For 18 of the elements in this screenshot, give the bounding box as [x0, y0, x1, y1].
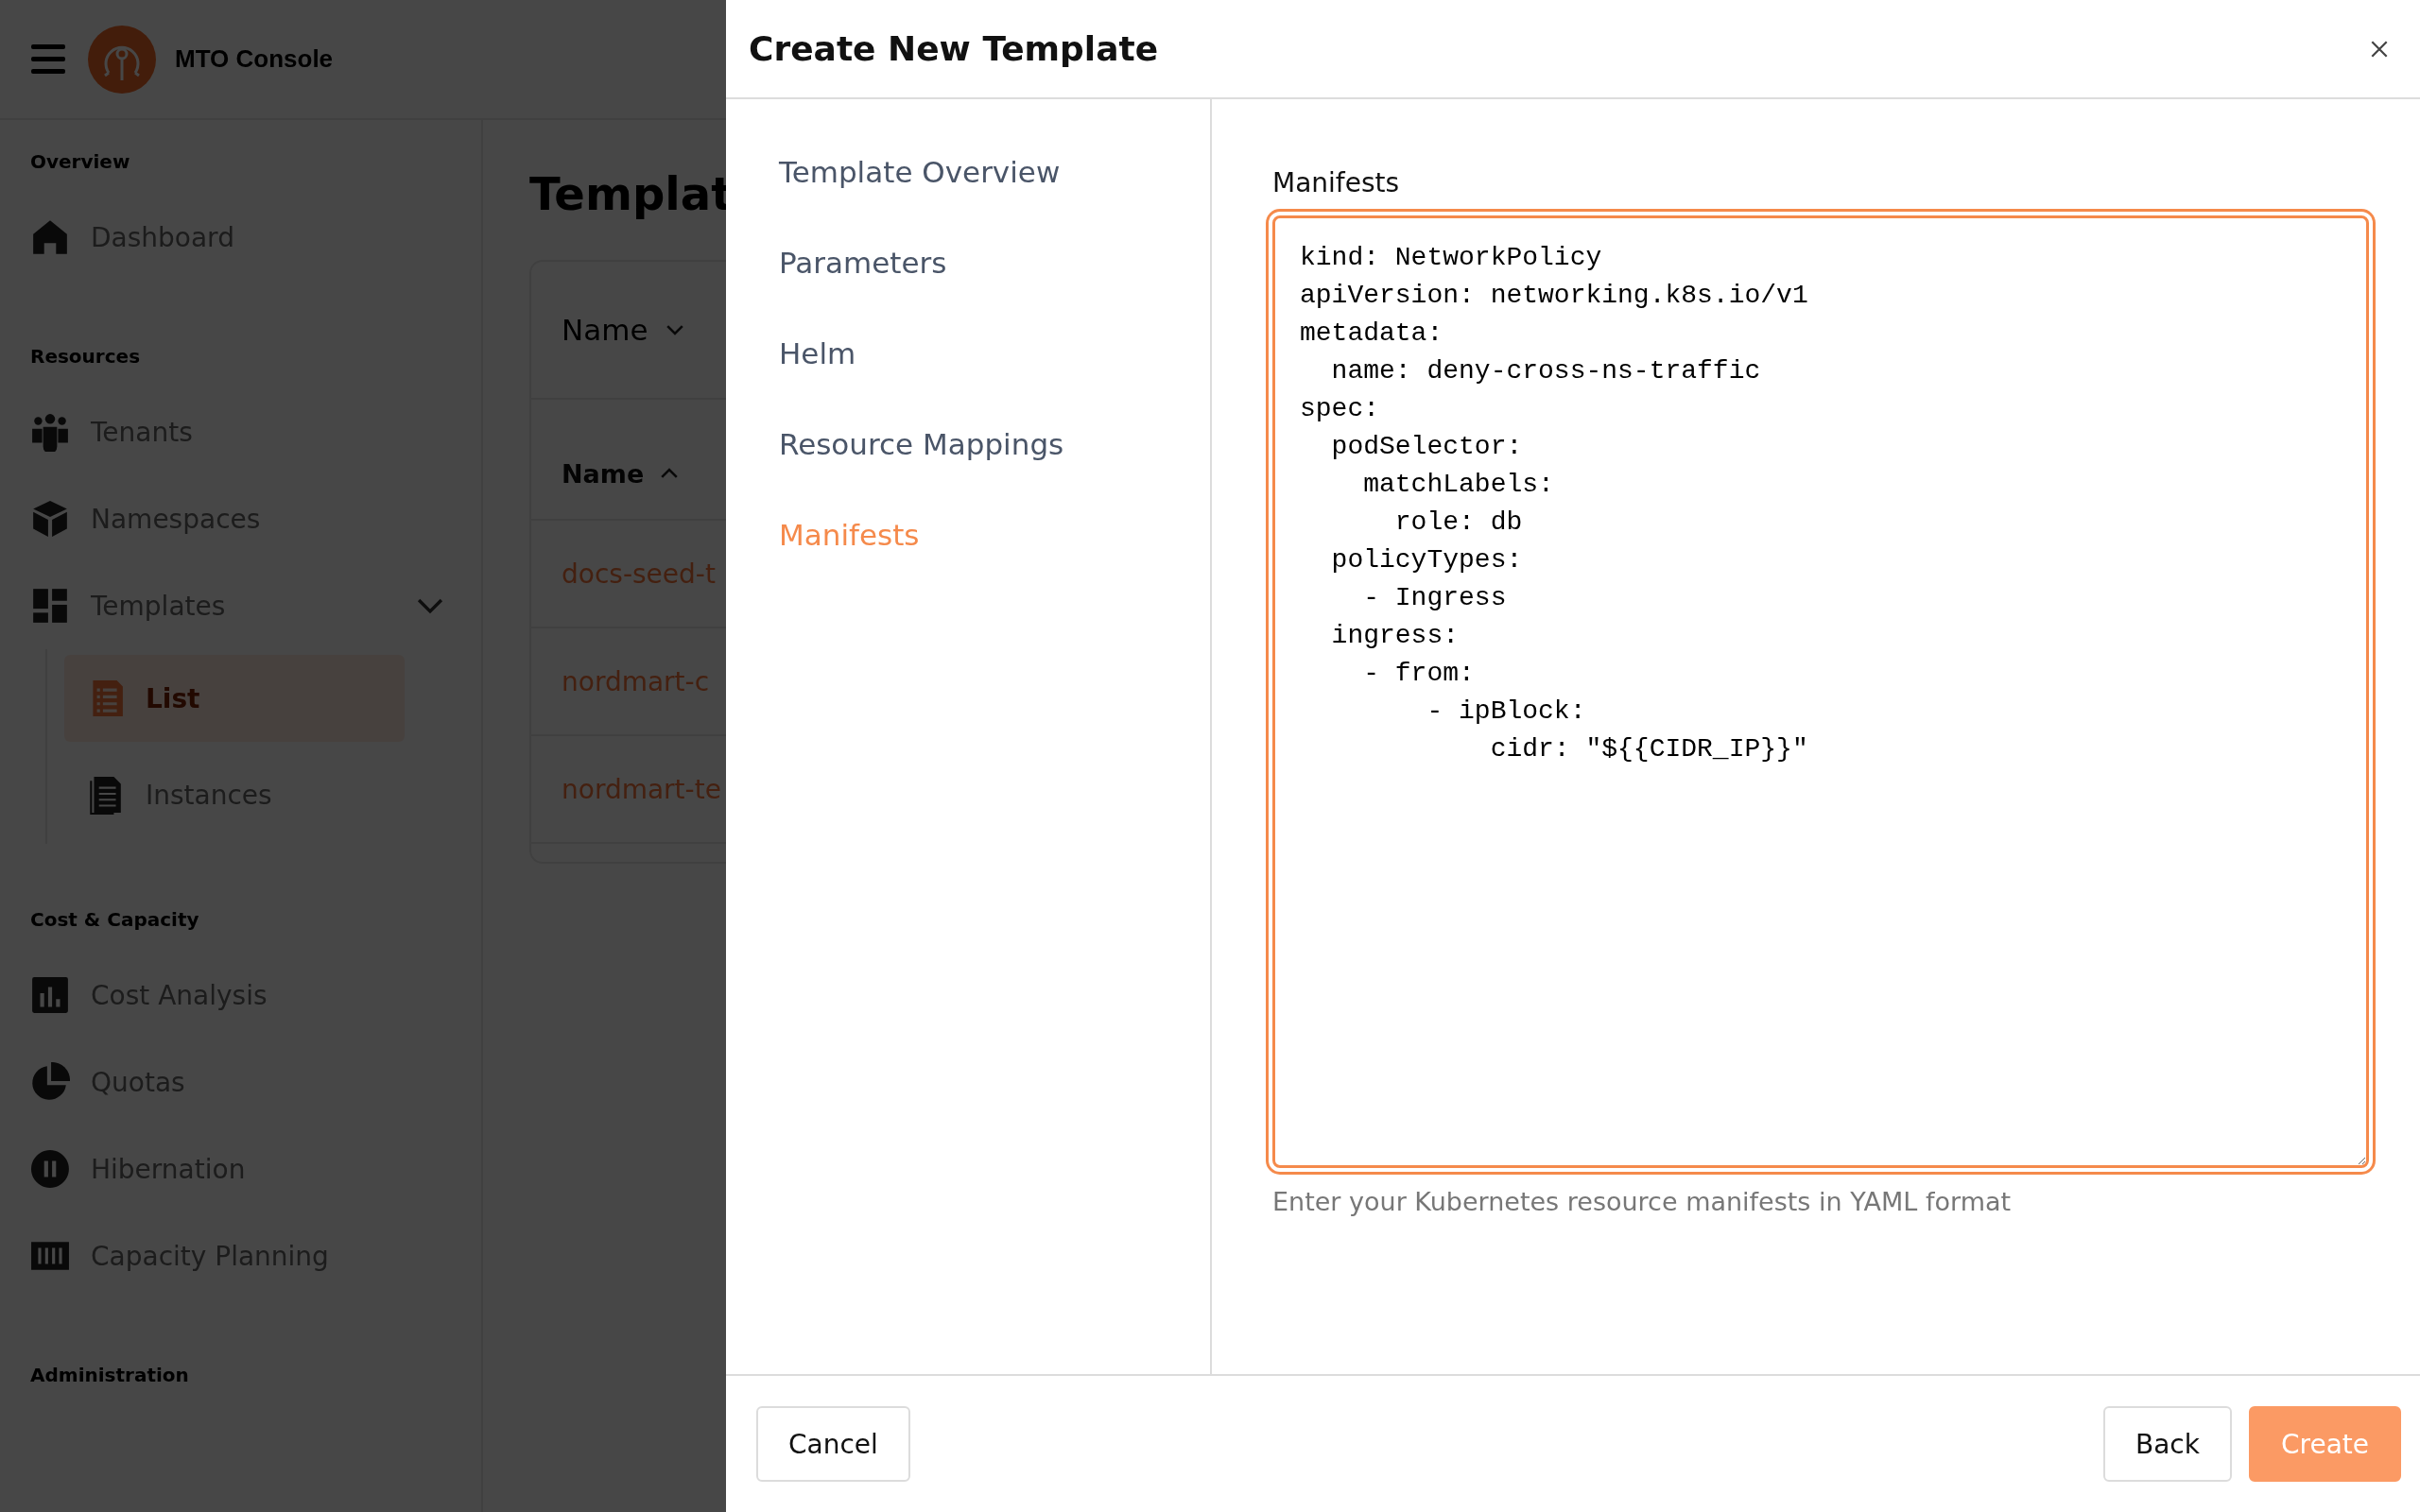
section-label: Resources [30, 344, 142, 369]
step-tab[interactable]: Helm [779, 326, 1210, 417]
page-title: Templat [529, 167, 734, 220]
helper-text: Enter your Kubernetes resource manifests in YAML format [1272, 1187, 2013, 1216]
step-tab[interactable]: Resource Mappings [779, 417, 1210, 507]
footer-button[interactable]: Create [2248, 1406, 2401, 1482]
step-tab[interactable]: Manifests [779, 507, 1210, 598]
manifest-field[interactable]: kind: NetworkPolicy apiVersion: networking.k8s.io/v1 metadata: name: deny-cross-ns-traffic spec: podSelector: matchLabels: role: db policyTypes: - Ingress ingress: - from: - ipBlock: cidr: "${{CIDR_IP}}" [1272, 215, 2369, 1168]
step-tab[interactable]: Template Overview [779, 145, 1210, 235]
field-label: Manifests [1272, 167, 1401, 198]
app-title: MTO Console [175, 44, 334, 74]
dialog-title: Create New Template [749, 29, 1159, 68]
footer-button[interactable]: Back [2102, 1406, 2232, 1482]
footer-button[interactable]: Cancel [756, 1406, 910, 1482]
section-label: Cost & Capacity [30, 907, 200, 933]
section-label: Administration [30, 1363, 190, 1388]
step-tab[interactable]: Parameters [779, 235, 1210, 326]
section-label: Overview [30, 149, 131, 175]
